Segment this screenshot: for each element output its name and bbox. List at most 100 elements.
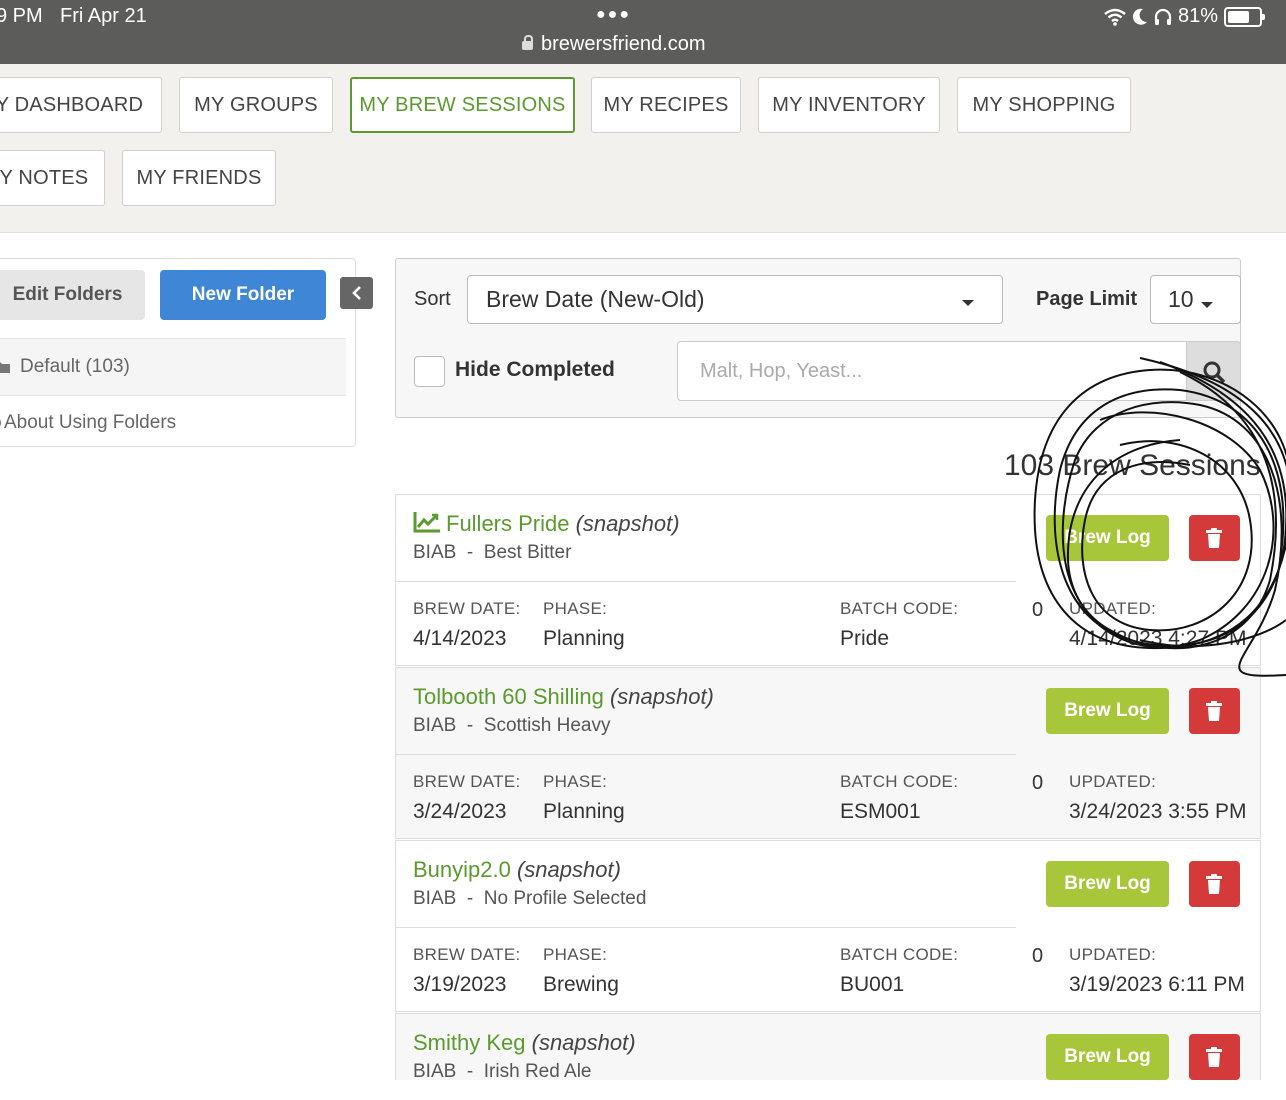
about-folders-link[interactable]: About Using Folders (0, 400, 346, 446)
nav-my-dashboard[interactable]: MY DASHBOARD (0, 77, 162, 133)
session-title[interactable]: Smithy Keg (snapshot) (413, 1030, 636, 1056)
folder-item-label: Default (103) (20, 356, 130, 377)
battery-icon (1224, 6, 1266, 27)
headphones-icon (1154, 8, 1172, 25)
batch-code-label: BATCH CODE: (840, 772, 959, 791)
brew-date-value: 3/19/2023 (413, 973, 507, 996)
chevron-left-icon (351, 286, 361, 300)
snapshot-tag: (snapshot) (575, 511, 680, 536)
phase-value: Planning (543, 800, 625, 823)
brew-date-label: BREW DATE: (413, 945, 521, 964)
snapshot-tag: (snapshot) (516, 857, 621, 882)
session-style: Scottish Heavy (483, 715, 611, 736)
hide-completed-checkbox[interactable] (414, 356, 445, 387)
session-title[interactable]: Bunyip2.0 (snapshot) (413, 857, 621, 883)
chart-line-icon (413, 512, 440, 533)
phase-label: PHASE: (543, 945, 608, 964)
phase-value: Planning (543, 627, 625, 650)
nav-my-shopping[interactable]: MY SHOPPING (957, 77, 1131, 133)
delete-button[interactable] (1189, 515, 1240, 561)
search-button[interactable] (1186, 341, 1241, 401)
search-icon (1203, 361, 1226, 384)
phase-label: PHASE: (543, 599, 608, 618)
about-folders-label: About Using Folders (4, 412, 177, 433)
brew-date-label: BREW DATE: (413, 599, 521, 618)
delete-button[interactable] (1189, 688, 1240, 734)
sort-select[interactable]: Brew Date (New-Old) (467, 275, 1003, 324)
chevron-down-icon (1201, 302, 1213, 308)
url-text: brewersfriend.com (541, 33, 706, 55)
nav-my-friends[interactable]: MY FRIENDS (122, 150, 276, 206)
brew-log-button[interactable]: Brew Log (1046, 861, 1169, 907)
nav-my-groups[interactable]: MY GROUPS (179, 77, 333, 133)
page-limit-select[interactable]: 10 (1150, 275, 1241, 324)
log-count: 0 (1032, 772, 1044, 794)
session-count: 103 Brew Sessions (1004, 449, 1261, 482)
nav-my-brew-sessions[interactable]: MY BREW SESSIONS (350, 77, 575, 133)
collapse-panel-button[interactable] (340, 277, 373, 309)
status-time: 9 PM (0, 5, 43, 27)
nav-my-recipes[interactable]: MY RECIPES (591, 77, 741, 133)
updated-value: 4/14/2023 4:27 PM (1069, 627, 1247, 650)
updated-value: 3/19/2023 6:11 PM (1069, 973, 1245, 996)
session-title[interactable]: Fullers Pride (snapshot) (413, 511, 680, 537)
session-name: Smithy Keg (413, 1030, 526, 1055)
session-header: Tolbooth 60 Shilling (snapshot) BIAB - S… (396, 668, 1016, 755)
session-method: BIAB (413, 542, 457, 563)
updated-value: 3/24/2023 3:55 PM (1069, 800, 1247, 823)
address-bar[interactable]: brewersfriend.com (522, 33, 706, 56)
session-method: BIAB (413, 1061, 457, 1082)
hide-completed-label: Hide Completed (455, 358, 615, 381)
brew-log-button[interactable]: Brew Log (1046, 1034, 1169, 1080)
delete-button[interactable] (1189, 861, 1240, 907)
folder-item-default[interactable]: Default (103) (0, 338, 346, 396)
session-header: Bunyip2.0 (snapshot) BIAB - No Profile S… (396, 841, 1016, 928)
brew-log-button[interactable]: Brew Log (1046, 515, 1169, 561)
phase-label: PHASE: (543, 772, 608, 791)
updated-label: UPDATED: (1069, 945, 1157, 964)
session-header: Smithy Keg (snapshot) BIAB - Irish Red A… (396, 1014, 1016, 1100)
page-limit-label: Page Limit (1036, 288, 1138, 310)
status-icons: 81% (1104, 5, 1266, 28)
wifi-icon (1104, 8, 1126, 26)
session-card: Fullers Pride (snapshot) BIAB - Best Bit… (395, 494, 1261, 666)
delete-button[interactable] (1189, 1034, 1240, 1080)
trash-icon (1206, 528, 1222, 548)
brew-log-button[interactable]: Brew Log (1046, 688, 1169, 734)
folder-icon (0, 362, 10, 373)
brew-date-label: BREW DATE: (413, 772, 521, 791)
page-limit-value: 10 (1168, 286, 1194, 312)
session-method: BIAB (413, 888, 457, 909)
sort-value: Brew Date (New-Old) (486, 286, 705, 312)
session-subtitle: BIAB - Scottish Heavy (413, 715, 611, 736)
sort-label: Sort (414, 288, 451, 310)
session-style: Best Bitter (483, 542, 572, 563)
more-dots-icon[interactable]: ●●● (596, 6, 631, 24)
trash-icon (1206, 874, 1222, 894)
brew-date-value: 4/14/2023 (413, 627, 507, 650)
session-title[interactable]: Tolbooth 60 Shilling (snapshot) (413, 684, 714, 710)
ingredient-search-input[interactable] (677, 341, 1187, 401)
trash-icon (1206, 701, 1222, 721)
new-folder-button[interactable]: New Folder (160, 270, 326, 320)
session-name: Bunyip2.0 (413, 857, 511, 882)
log-count: 0 (1032, 599, 1044, 621)
moon-icon (1132, 8, 1147, 25)
brew-date-value: 3/24/2023 (413, 800, 507, 823)
chevron-down-icon (962, 300, 974, 306)
batch-code-value: BU001 (840, 973, 905, 996)
edit-folders-button[interactable]: Edit Folders (0, 270, 145, 320)
session-name: Fullers Pride (446, 511, 570, 536)
session-header: Fullers Pride (snapshot) BIAB - Best Bit… (396, 495, 1016, 582)
session-method: BIAB (413, 715, 457, 736)
session-style: Irish Red Ale (483, 1061, 592, 1082)
phase-value: Brewing (543, 973, 619, 996)
updated-label: UPDATED: (1069, 599, 1157, 618)
batch-code-value: Pride (840, 627, 890, 650)
session-name: Tolbooth 60 Shilling (413, 684, 604, 709)
batch-code-label: BATCH CODE: (840, 945, 959, 964)
trash-icon (1206, 1047, 1222, 1067)
browser-status-bar: 9 PM Fri Apr 21 ●●● brewersfriend.com 81… (0, 0, 1286, 64)
nav-my-notes[interactable]: MY NOTES (0, 150, 105, 206)
nav-my-inventory[interactable]: MY INVENTORY (758, 77, 940, 133)
